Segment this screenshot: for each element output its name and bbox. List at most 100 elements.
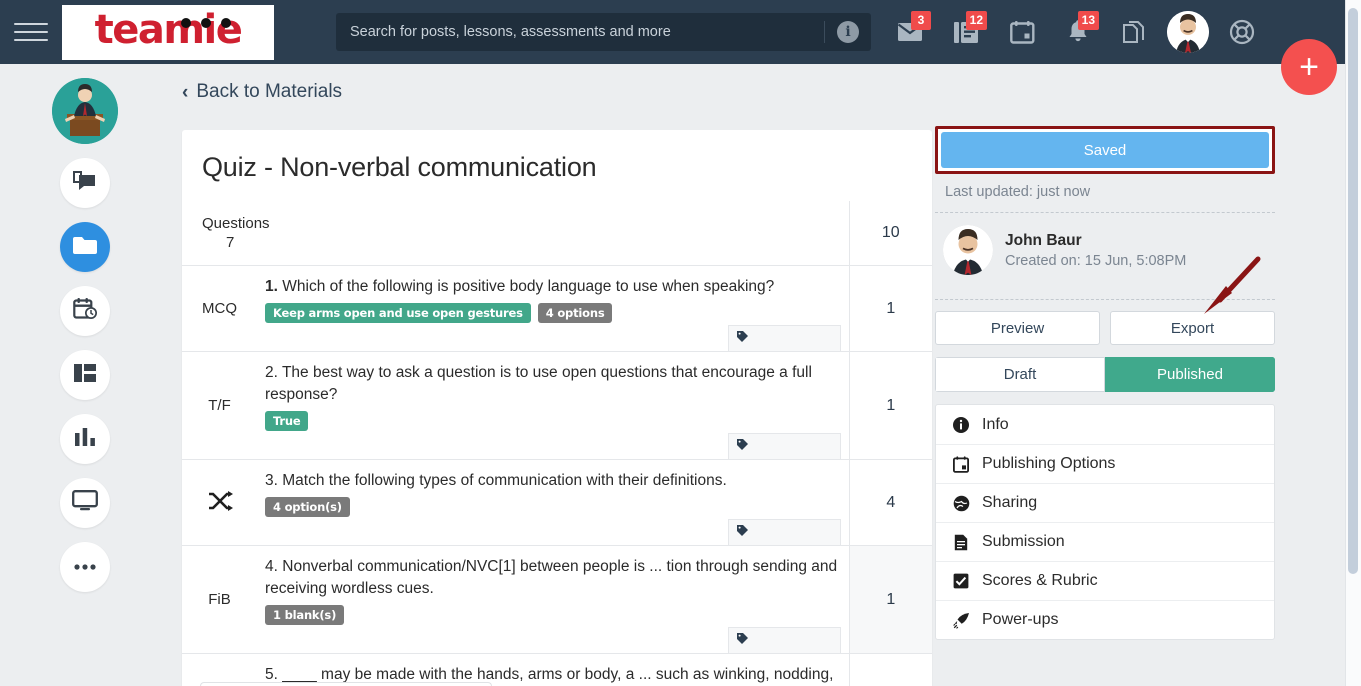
menu-item-power-ups[interactable]: Power-ups (936, 600, 1274, 639)
pages-icon[interactable] (1111, 9, 1157, 55)
tag-row (265, 627, 841, 653)
settings-menu: Info Publishing Options Sharing Submissi… (935, 404, 1275, 640)
menu-item-submission[interactable]: Submission (936, 522, 1274, 561)
bell-icon[interactable]: 13 (1055, 9, 1101, 55)
question-type: FiB (182, 545, 257, 654)
logo-dots-icon (180, 18, 231, 28)
questions-label: Questions (202, 215, 270, 232)
sidebar-item-calendar[interactable] (60, 286, 110, 336)
menu-item-scores-rubric[interactable]: Scores & Rubric (936, 561, 1274, 600)
tag-icon (736, 524, 749, 542)
table-row[interactable]: 3. Match the following types of communic… (182, 459, 932, 546)
user-avatar[interactable] (1167, 11, 1209, 53)
quiz-settings-panel: Saved Last updated: just now John Baur C… (935, 126, 1275, 640)
tag-row (265, 433, 841, 459)
menu-item-label: Scores & Rubric (982, 572, 1098, 589)
divider (935, 299, 1275, 300)
breadcrumb[interactable]: ‹ Back to Materials (182, 81, 342, 103)
rocket-icon (952, 612, 970, 629)
question-number: 2. (265, 364, 278, 381)
create-button[interactable]: + (1281, 39, 1337, 95)
question-score: 4 (848, 459, 932, 546)
info-circle-icon (952, 416, 970, 433)
question-badges: True (265, 411, 841, 431)
shuffle-icon (207, 490, 233, 516)
menu-item-publishing-options[interactable]: Publishing Options (936, 444, 1274, 483)
tag-cell[interactable] (727, 627, 841, 653)
sidebar-item-analytics[interactable] (60, 414, 110, 464)
search-divider (824, 21, 825, 43)
sidebar-item-newsfeed[interactable] (60, 158, 110, 208)
table-header-row: Questions 7 10 (182, 201, 932, 266)
sidebar-item-dashboard[interactable] (60, 350, 110, 400)
sidebar-item-more[interactable] (60, 542, 110, 592)
classroom-avatar[interactable] (52, 78, 118, 144)
bell-badge: 13 (1077, 11, 1099, 30)
search-input[interactable] (336, 24, 824, 40)
add-question-button[interactable]: + Add Question (200, 682, 492, 686)
answer-pill: Keep arms open and use open gestures (265, 303, 531, 323)
question-text: 4. Nonverbal communication/NVC[1] betwee… (265, 556, 841, 600)
menu-item-label: Publishing Options (982, 455, 1116, 472)
mail-icon[interactable]: 3 (887, 9, 933, 55)
tag-cell[interactable] (727, 325, 841, 351)
info-icon[interactable]: i (837, 21, 859, 43)
table-row[interactable]: T/F 2. The best way to ask a question is… (182, 351, 932, 460)
total-score: 10 (848, 201, 932, 266)
save-button[interactable]: Saved (941, 132, 1269, 168)
folder-icon (72, 235, 98, 260)
breadcrumb-label: Back to Materials (196, 81, 343, 102)
nav-icon-group: 3 12 13 (887, 9, 1265, 55)
export-button[interactable]: Export (1110, 311, 1275, 345)
options-pill: 4 option(s) (265, 497, 350, 517)
question-type: T/F (182, 351, 257, 460)
monitor-icon (72, 490, 98, 516)
author-avatar (943, 225, 993, 275)
sidebar-item-classroom[interactable] (60, 478, 110, 528)
author-created-on: Created on: 15 Jun, 5:08PM (1005, 252, 1187, 269)
tag-row (265, 325, 841, 351)
lifebuoy-icon[interactable] (1219, 9, 1265, 55)
hamburger-icon[interactable] (14, 19, 48, 45)
schedule-icon (72, 297, 98, 326)
menu-item-info[interactable]: Info (936, 405, 1274, 444)
table-row[interactable]: MCQ 1. Which of the following is positiv… (182, 265, 932, 352)
published-tab[interactable]: Published (1105, 357, 1275, 392)
page-scrollbar[interactable] (1345, 0, 1361, 686)
question-text: 1. Which of the following is positive bo… (265, 276, 841, 298)
last-updated-text: Last updated: just now (945, 184, 1091, 200)
menu-item-label: Info (982, 415, 1009, 433)
logo-text: teamie (94, 7, 243, 53)
question-text: 3. Match the following types of communic… (265, 470, 841, 492)
question-body: Nonverbal communication/NVC[1] between p… (265, 558, 838, 597)
question-cell: 1. Which of the following is positive bo… (257, 265, 850, 352)
table-row[interactable]: FiB 4. Nonverbal communication/NVC[1] be… (182, 545, 932, 654)
preview-button[interactable]: Preview (935, 311, 1100, 345)
teamie-logo[interactable]: teamie (62, 4, 274, 60)
bar-chart-icon (73, 427, 97, 452)
draft-tab[interactable]: Draft (935, 357, 1105, 392)
calendar-icon[interactable] (999, 9, 1045, 55)
author-info: John Baur Created on: 15 Jun, 5:08PM (935, 213, 1275, 287)
scrollbar-thumb[interactable] (1348, 8, 1358, 574)
tag-icon (736, 632, 749, 650)
menu-item-sharing[interactable]: Sharing (936, 483, 1274, 522)
ellipsis-icon (73, 558, 97, 576)
question-cell: 2. The best way to ask a question is to … (257, 351, 850, 460)
sidebar-item-materials[interactable] (60, 222, 110, 272)
question-body: Which of the following is positive body … (282, 278, 775, 295)
options-pill: 4 options (537, 303, 613, 323)
status-toggle: Draft Published (935, 357, 1275, 392)
tag-cell[interactable] (727, 433, 841, 459)
menu-item-label: Submission (982, 533, 1065, 550)
tag-cell[interactable] (727, 519, 841, 545)
question-body: The best way to ask a question is to use… (265, 364, 812, 403)
search-bar[interactable]: i (336, 13, 871, 51)
feed-icon[interactable]: 12 (943, 9, 989, 55)
question-cell: 3. Match the following types of communic… (257, 459, 850, 546)
mail-badge: 3 (911, 11, 931, 30)
question-text: 2. The best way to ask a question is to … (265, 362, 841, 406)
tag-icon (736, 438, 749, 456)
question-score: 1 (848, 653, 932, 686)
question-badges: Keep arms open and use open gestures 4 o… (265, 303, 841, 323)
